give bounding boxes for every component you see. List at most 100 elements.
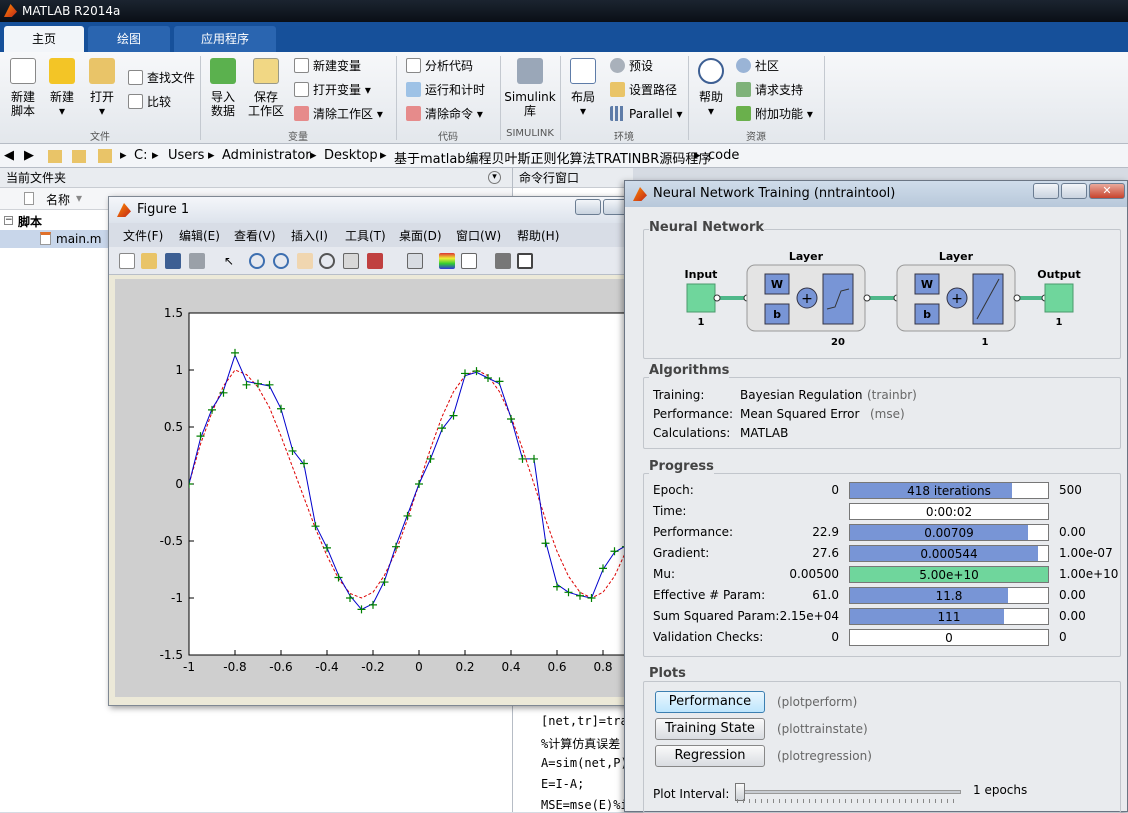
progress-initial-value: 22.9 xyxy=(812,525,839,539)
menu-view[interactable]: 查看(V) xyxy=(234,227,276,244)
breadcrumb[interactable]: Administrator xyxy=(222,148,311,163)
plot-interval-track[interactable] xyxy=(735,790,961,794)
clear-commands-button[interactable]: 清除命令 ▾ xyxy=(406,104,483,124)
panel-menu-icon[interactable]: ▾ xyxy=(488,171,501,184)
legend-icon[interactable] xyxy=(461,253,477,269)
minimize-button[interactable] xyxy=(575,199,601,215)
run-and-time-button[interactable]: 运行和计时 xyxy=(406,80,485,100)
minimize-button[interactable] xyxy=(1033,183,1059,199)
code-line: E=I-A; xyxy=(541,777,585,791)
menu-edit[interactable]: 编辑(E) xyxy=(179,227,220,244)
data-cursor-icon[interactable] xyxy=(343,253,359,269)
find-files-button[interactable]: 查找文件 xyxy=(128,68,195,88)
plot-performance-button[interactable]: Performance xyxy=(655,691,765,713)
parallel-button[interactable]: Parallel ▾ xyxy=(610,104,683,124)
link-plot-icon[interactable] xyxy=(407,253,423,269)
import-data-button[interactable]: 导入 数据 xyxy=(208,58,238,118)
print-icon[interactable] xyxy=(189,253,205,269)
ribbon: 新建 脚本 新建 ▾ 打开 ▾ 查找文件 比较 文件 导入 数据 保存 工作区 新建… xyxy=(0,52,1128,144)
breadcrumb[interactable]: code xyxy=(708,148,739,163)
pan-icon[interactable] xyxy=(297,253,313,269)
menu-insert[interactable]: 插入(I) xyxy=(291,227,328,244)
zoom-in-icon[interactable] xyxy=(249,253,265,269)
column-name[interactable]: 名称 xyxy=(46,191,70,208)
figure-titlebar[interactable]: Figure 1 xyxy=(109,197,629,223)
simulink-library-button[interactable]: Simulink 库 xyxy=(504,58,556,118)
plot-regression-button[interactable]: Regression xyxy=(655,745,765,767)
breadcrumb[interactable]: C: xyxy=(134,148,147,163)
analyze-code-button[interactable]: 分析代码 xyxy=(406,56,473,76)
colorbar-icon[interactable] xyxy=(439,253,455,269)
plot-function: (plottrainstate) xyxy=(777,722,868,736)
open-variable-icon xyxy=(294,82,309,97)
line-chart[interactable]: 1.510.50-0.5-1-1.5-1 -0.8 -0.6 -0.4 -0.2 0 0.2… xyxy=(115,279,650,697)
pointer-icon[interactable]: ↖ xyxy=(221,253,237,269)
close-button[interactable]: ✕ xyxy=(1089,183,1125,199)
zoom-out-icon[interactable] xyxy=(273,253,289,269)
save-icon[interactable] xyxy=(165,253,181,269)
divider xyxy=(824,56,825,140)
help-button[interactable]: 帮助 ▾ xyxy=(696,58,726,118)
new-figure-icon[interactable] xyxy=(119,253,135,269)
group-header: 脚本 xyxy=(18,215,43,229)
preferences-button[interactable]: 预设 xyxy=(610,56,653,76)
run-time-icon xyxy=(406,82,421,97)
clear-workspace-button[interactable]: 清除工作区 ▾ xyxy=(294,104,383,124)
figure-window[interactable]: Figure 1 文件(F) 编辑(E) 查看(V) 插入(I) 工具(T) 桌… xyxy=(108,196,650,706)
layout-button[interactable]: 布局 ▾ xyxy=(568,58,598,118)
open-button[interactable]: 打开 ▾ xyxy=(88,58,116,118)
progress-label: Mu: xyxy=(653,567,676,581)
progress-initial-value: 61.0 xyxy=(812,588,839,602)
maximize-button[interactable] xyxy=(1061,183,1087,199)
x-tick-label: -0.8 xyxy=(223,660,246,674)
show-tools-icon[interactable] xyxy=(517,253,533,269)
open-variable-button[interactable]: 打开变量 ▾ xyxy=(294,80,371,100)
forward-icon[interactable]: ▶ xyxy=(24,148,34,163)
support-icon xyxy=(736,82,751,97)
addons-button[interactable]: 附加功能 ▾ xyxy=(736,104,813,124)
svg-text:+: + xyxy=(951,291,963,307)
nntraintool-titlebar[interactable]: Neural Network Training (nntraintool) ✕ xyxy=(625,181,1127,207)
new-variable-button[interactable]: 新建变量 xyxy=(294,56,361,76)
menu-window[interactable]: 窗口(W) xyxy=(456,227,501,244)
algo-label: Training: xyxy=(653,388,705,402)
menu-help[interactable]: 帮助(H) xyxy=(517,227,559,244)
app-title: MATLAB R2014a xyxy=(22,4,121,18)
clear-workspace-icon xyxy=(294,106,309,121)
menu-tools[interactable]: 工具(T) xyxy=(345,227,386,244)
breadcrumb[interactable]: Users xyxy=(168,148,204,163)
tab-apps[interactable]: 应用程序 xyxy=(174,26,276,52)
nntraintool-window[interactable]: Neural Network Training (nntraintool) ✕ … xyxy=(624,180,1128,813)
progress-label: Gradient: xyxy=(653,546,710,560)
new-script-button[interactable]: 新建 脚本 xyxy=(6,58,40,118)
breadcrumb[interactable]: Desktop xyxy=(324,148,378,163)
up-folder-icon[interactable] xyxy=(48,150,62,163)
progress-bar: 0 xyxy=(849,629,1049,646)
breadcrumb[interactable]: 基于matlab编程贝叶斯正则化算法TRATINBR源码程序 xyxy=(394,148,711,167)
group-label-resources: 资源 xyxy=(746,132,766,143)
tab-home[interactable]: 主页 xyxy=(4,26,84,52)
open-file-icon[interactable] xyxy=(141,253,157,269)
tab-plots[interactable]: 绘图 xyxy=(88,26,170,52)
collapse-icon[interactable]: − xyxy=(4,216,13,225)
community-button[interactable]: 社区 xyxy=(736,56,779,76)
menu-file[interactable]: 文件(F) xyxy=(123,227,163,244)
brush-icon[interactable] xyxy=(367,253,383,269)
set-path-button[interactable]: 设置路径 xyxy=(610,80,677,100)
progress-label: Time: xyxy=(653,504,687,518)
new-button[interactable]: 新建 ▾ xyxy=(48,58,76,118)
browse-folder-icon[interactable] xyxy=(72,150,86,163)
menu-desktop[interactable]: 桌面(D) xyxy=(399,227,442,244)
plot-training-state-button[interactable]: Training State xyxy=(655,718,765,740)
progress-target-value: 0.00 xyxy=(1059,588,1086,602)
hide-tools-icon[interactable] xyxy=(495,253,511,269)
request-support-button[interactable]: 请求支持 xyxy=(736,80,803,100)
back-icon[interactable]: ◀ xyxy=(4,148,14,163)
save-workspace-button[interactable]: 保存 工作区 xyxy=(248,58,284,118)
x-tick-label: -0.6 xyxy=(269,660,292,674)
compare-button[interactable]: 比较 xyxy=(128,92,171,112)
figure-menubar: 文件(F) 编辑(E) 查看(V) 插入(I) 工具(T) 桌面(D) 窗口(W… xyxy=(109,223,629,247)
rotate-icon[interactable] xyxy=(319,253,335,269)
algo-function: (trainbr) xyxy=(867,388,917,402)
plot-area[interactable]: 1.5 1 0.5 0 -0.5 -1 -1.5 -1 -0.8 -0.6 -0.4 -0.2 0 0.2… xyxy=(115,279,650,697)
